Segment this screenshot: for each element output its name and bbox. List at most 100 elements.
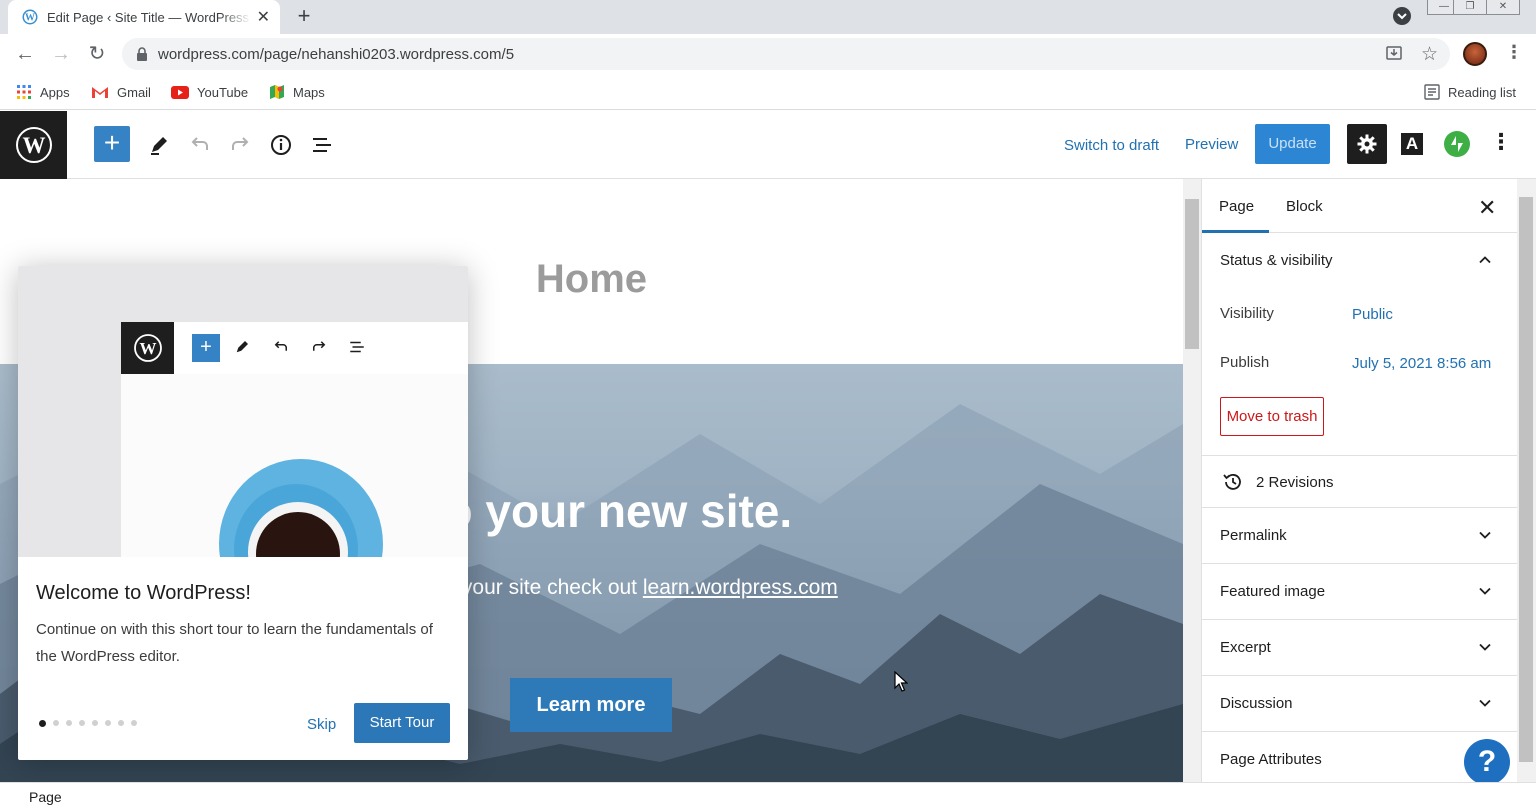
sidebar-scrollbar-thumb[interactable] [1519,197,1533,762]
wordpress-logo-icon[interactable]: W [0,111,67,179]
tab-block[interactable]: Block [1286,198,1323,215]
guide-description: Continue on with this short tour to lear… [36,621,433,665]
svg-text:W: W [22,133,45,158]
bookmark-star-icon[interactable]: ☆ [1421,43,1438,66]
edit-pencil-icon[interactable] [147,133,171,157]
wordpress-favicon-icon: W [22,9,38,25]
list-view-icon[interactable] [310,133,334,157]
reading-list[interactable]: Reading list [1424,82,1516,102]
jetpack-icon[interactable] [1444,131,1470,157]
reload-icon[interactable]: ↻ [86,43,108,65]
close-icon[interactable]: ✕ [1478,195,1496,221]
switch-to-draft-button[interactable]: Switch to draft [1064,137,1159,154]
redo-icon [310,338,328,356]
address-bar-row: ← → ↻ wordpress.com/page/nehanshi0203.wo… [0,34,1536,74]
panel-title: Page Attributes [1220,751,1322,768]
undo-icon [272,338,290,356]
chevron-down-icon [1479,587,1491,595]
bookmark-gmail[interactable]: Gmail [91,82,151,102]
svg-text:W: W [25,13,35,24]
wordpress-logo-icon: W [121,322,174,374]
move-to-trash-button[interactable]: Move to trash [1220,397,1324,436]
sidebar-tabs: Page Block ✕ [1202,179,1517,233]
panel-title: Permalink [1220,527,1287,544]
guide-editor-mockup: W + [121,322,468,557]
sidebar-scrollbar[interactable] [1517,179,1536,782]
browser-menu-icon[interactable]: ⋮ [1505,42,1523,63]
preview-button[interactable]: Preview [1185,136,1238,153]
history-icon [1223,474,1241,490]
bookmark-label: YouTube [197,84,249,100]
new-tab-icon[interactable]: + [292,5,316,29]
mouse-cursor-icon [894,671,908,693]
panel-excerpt[interactable]: Excerpt [1202,620,1517,676]
tab-title: Edit Page ‹ Site Title — WordPress [47,9,250,25]
guide-dot[interactable] [105,720,111,726]
block-breadcrumb-bar: Page [0,782,1536,807]
canvas-scrollbar[interactable] [1183,179,1201,782]
maps-icon [269,84,285,100]
gmail-icon [91,85,109,99]
close-window-icon[interactable]: ✕ [1486,0,1520,15]
guide-dot[interactable] [118,720,124,726]
svg-text:W: W [139,339,156,358]
update-button[interactable]: Update [1255,124,1330,164]
tab-page[interactable]: Page [1219,198,1254,215]
coffee-cup-icon [219,459,383,557]
guide-dot[interactable] [131,720,137,726]
learn-more-button[interactable]: Learn more [510,678,672,732]
restore-icon[interactable]: ❐ [1453,0,1487,15]
panel-status-visibility[interactable]: Status & visibility [1202,233,1517,289]
guide-dot[interactable] [39,720,46,727]
learn-wordpress-link[interactable]: learn.wordpress.com [643,576,838,599]
options-menu-icon[interactable]: ⋮ [1490,131,1512,157]
back-icon[interactable]: ← [14,43,36,65]
breadcrumb[interactable]: Page [29,789,62,805]
panel-title: Featured image [1220,583,1326,600]
bookmark-youtube[interactable]: YouTube [171,82,248,102]
add-block-button[interactable]: + [94,126,130,162]
publish-date[interactable]: July 5, 2021 8:56 am [1352,355,1491,372]
gear-icon [1356,133,1378,155]
guide-dot[interactable] [66,720,72,726]
lock-icon [136,47,148,61]
panel-title: Discussion [1220,695,1293,712]
forward-icon[interactable]: → [50,43,72,65]
guide-dot[interactable] [92,720,98,726]
browser-tab[interactable]: W Edit Page ‹ Site Title — WordPress ✕ [8,0,280,34]
settings-button[interactable] [1347,124,1387,164]
redo-icon[interactable] [228,133,252,157]
help-button[interactable]: ? [1464,739,1510,782]
visibility-value[interactable]: Public [1352,306,1393,323]
canvas-scrollbar-thumb[interactable] [1185,199,1199,349]
apps-grid-icon [16,84,32,100]
panel-permalink[interactable]: Permalink [1202,508,1517,564]
profile-avatar[interactable] [1463,42,1487,66]
chevron-down-icon [1479,699,1491,707]
guide-illustration: W + [18,266,468,557]
chevron-down-icon [1479,643,1491,651]
revisions-link[interactable]: 2 Revisions [1202,455,1517,508]
revisions-label: 2 Revisions [1256,474,1334,491]
url-text: wordpress.com/page/nehanshi0203.wordpres… [158,45,515,63]
bookmark-maps[interactable]: Maps [269,82,325,102]
install-app-icon[interactable] [1385,44,1403,62]
bookmark-apps[interactable]: Apps [16,82,70,102]
list-view-icon [348,338,366,356]
info-icon[interactable] [269,133,293,157]
skip-button[interactable]: Skip [307,716,336,733]
guide-dot[interactable] [53,720,59,726]
panel-featured-image[interactable]: Featured image [1202,564,1517,620]
close-tab-icon[interactable]: ✕ [257,7,270,27]
url-bar[interactable]: wordpress.com/page/nehanshi0203.wordpres… [122,38,1450,70]
undo-icon[interactable] [188,133,212,157]
panel-discussion[interactable]: Discussion [1202,676,1517,732]
chevron-down-icon [1479,531,1491,539]
guide-dot[interactable] [79,720,85,726]
typography-a-button[interactable]: A [1401,133,1423,155]
start-tour-button[interactable]: Start Tour [354,703,450,743]
bookmarks-bar: Apps Gmail YouTube Maps Reading list [0,74,1536,110]
settings-sidebar: Page Block ✕ Status & visibility Visibil… [1201,179,1517,782]
tab-search-icon[interactable] [1393,7,1411,25]
panel-title: Excerpt [1220,639,1271,656]
